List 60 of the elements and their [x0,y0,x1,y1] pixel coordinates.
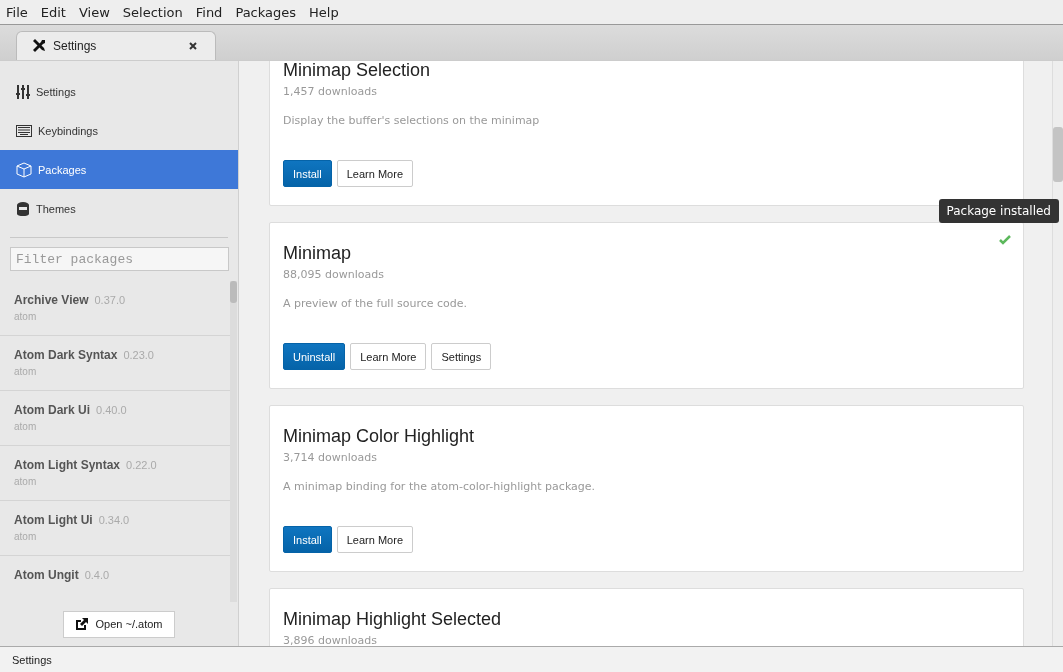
close-icon[interactable] [189,42,197,50]
menu-item[interactable]: Selection [122,4,183,20]
keyboard-icon [16,124,32,137]
tooltip: Package installed [938,199,1059,223]
secondary-button[interactable]: Learn More [336,526,413,553]
package-description: A preview of the full source code. [283,297,469,310]
menu-item[interactable]: Find [195,4,223,20]
status-text: Settings [12,653,52,666]
package-version: 0.23.0 [123,349,154,361]
package-title: Minimap Highlight Selected [283,609,503,630]
package-description: A minimap binding for the atom-color-highlight package. [283,480,597,493]
tools-icon [31,38,47,54]
menu-item[interactable]: Help [309,4,339,20]
sidebar-item[interactable]: Settings [0,72,238,111]
package-title: Minimap [283,243,353,264]
package-author: atom [14,476,38,487]
package-name: Atom Light Syntax [14,458,120,472]
download-count: 88,095 downloads [283,268,385,281]
external-link-icon [75,618,88,630]
package-version: 0.40.0 [96,404,127,416]
package-name: Atom Dark Ui [14,403,90,417]
package-version: 0.22.0 [126,459,157,471]
sliders-icon [16,84,30,99]
menu-item[interactable]: Edit [40,4,66,20]
package-version: 0.4.0 [84,569,110,581]
package-author: atom [14,421,38,432]
bucket-icon [16,200,30,217]
action-button[interactable]: Uninstall [283,343,346,370]
scrollbar[interactable] [230,281,237,602]
action-button[interactable]: Install [283,526,332,553]
package-version: 0.37.0 [94,294,126,306]
package-name: Atom Dark Syntax [14,348,118,362]
package-title: Minimap Color Highlight [283,426,476,447]
sidebar-item[interactable]: Themes [0,189,238,228]
package-title: Minimap Selection [283,61,432,81]
sidebar-item[interactable]: Packages [0,150,238,189]
download-count: 3,896 downloads [283,634,378,646]
package-version: 0.34.0 [98,514,130,526]
sidebar-item[interactable]: Keybindings [0,111,238,150]
download-count: 1,457 downloads [283,85,378,98]
action-button[interactable]: Install [283,160,332,187]
box-icon [16,161,32,178]
filter-field[interactable]: Filter packages [10,247,229,271]
secondary-button[interactable]: Learn More [350,343,427,370]
menu-item[interactable]: View [78,4,110,20]
scrollbar[interactable] [1052,61,1063,646]
menu-item[interactable]: Packages [235,4,297,20]
package-name: Atom Light Ui [14,513,93,527]
package-author: atom [14,366,38,377]
package-name: Archive View [14,293,89,307]
secondary-button[interactable]: Settings [431,343,492,370]
menu-item[interactable]: File [6,4,28,20]
download-count: 3,714 downloads [283,451,378,464]
package-name: Atom Ungit [14,568,79,582]
settings-tab[interactable]: Settings [16,31,216,60]
package-author: atom [14,311,38,322]
package-description: Display the buffer's selections on the minimap [283,114,541,127]
open-folder-button[interactable]: Open ~/.atom [62,610,176,638]
secondary-button[interactable]: Learn More [336,160,413,187]
package-author: atom [14,531,38,542]
